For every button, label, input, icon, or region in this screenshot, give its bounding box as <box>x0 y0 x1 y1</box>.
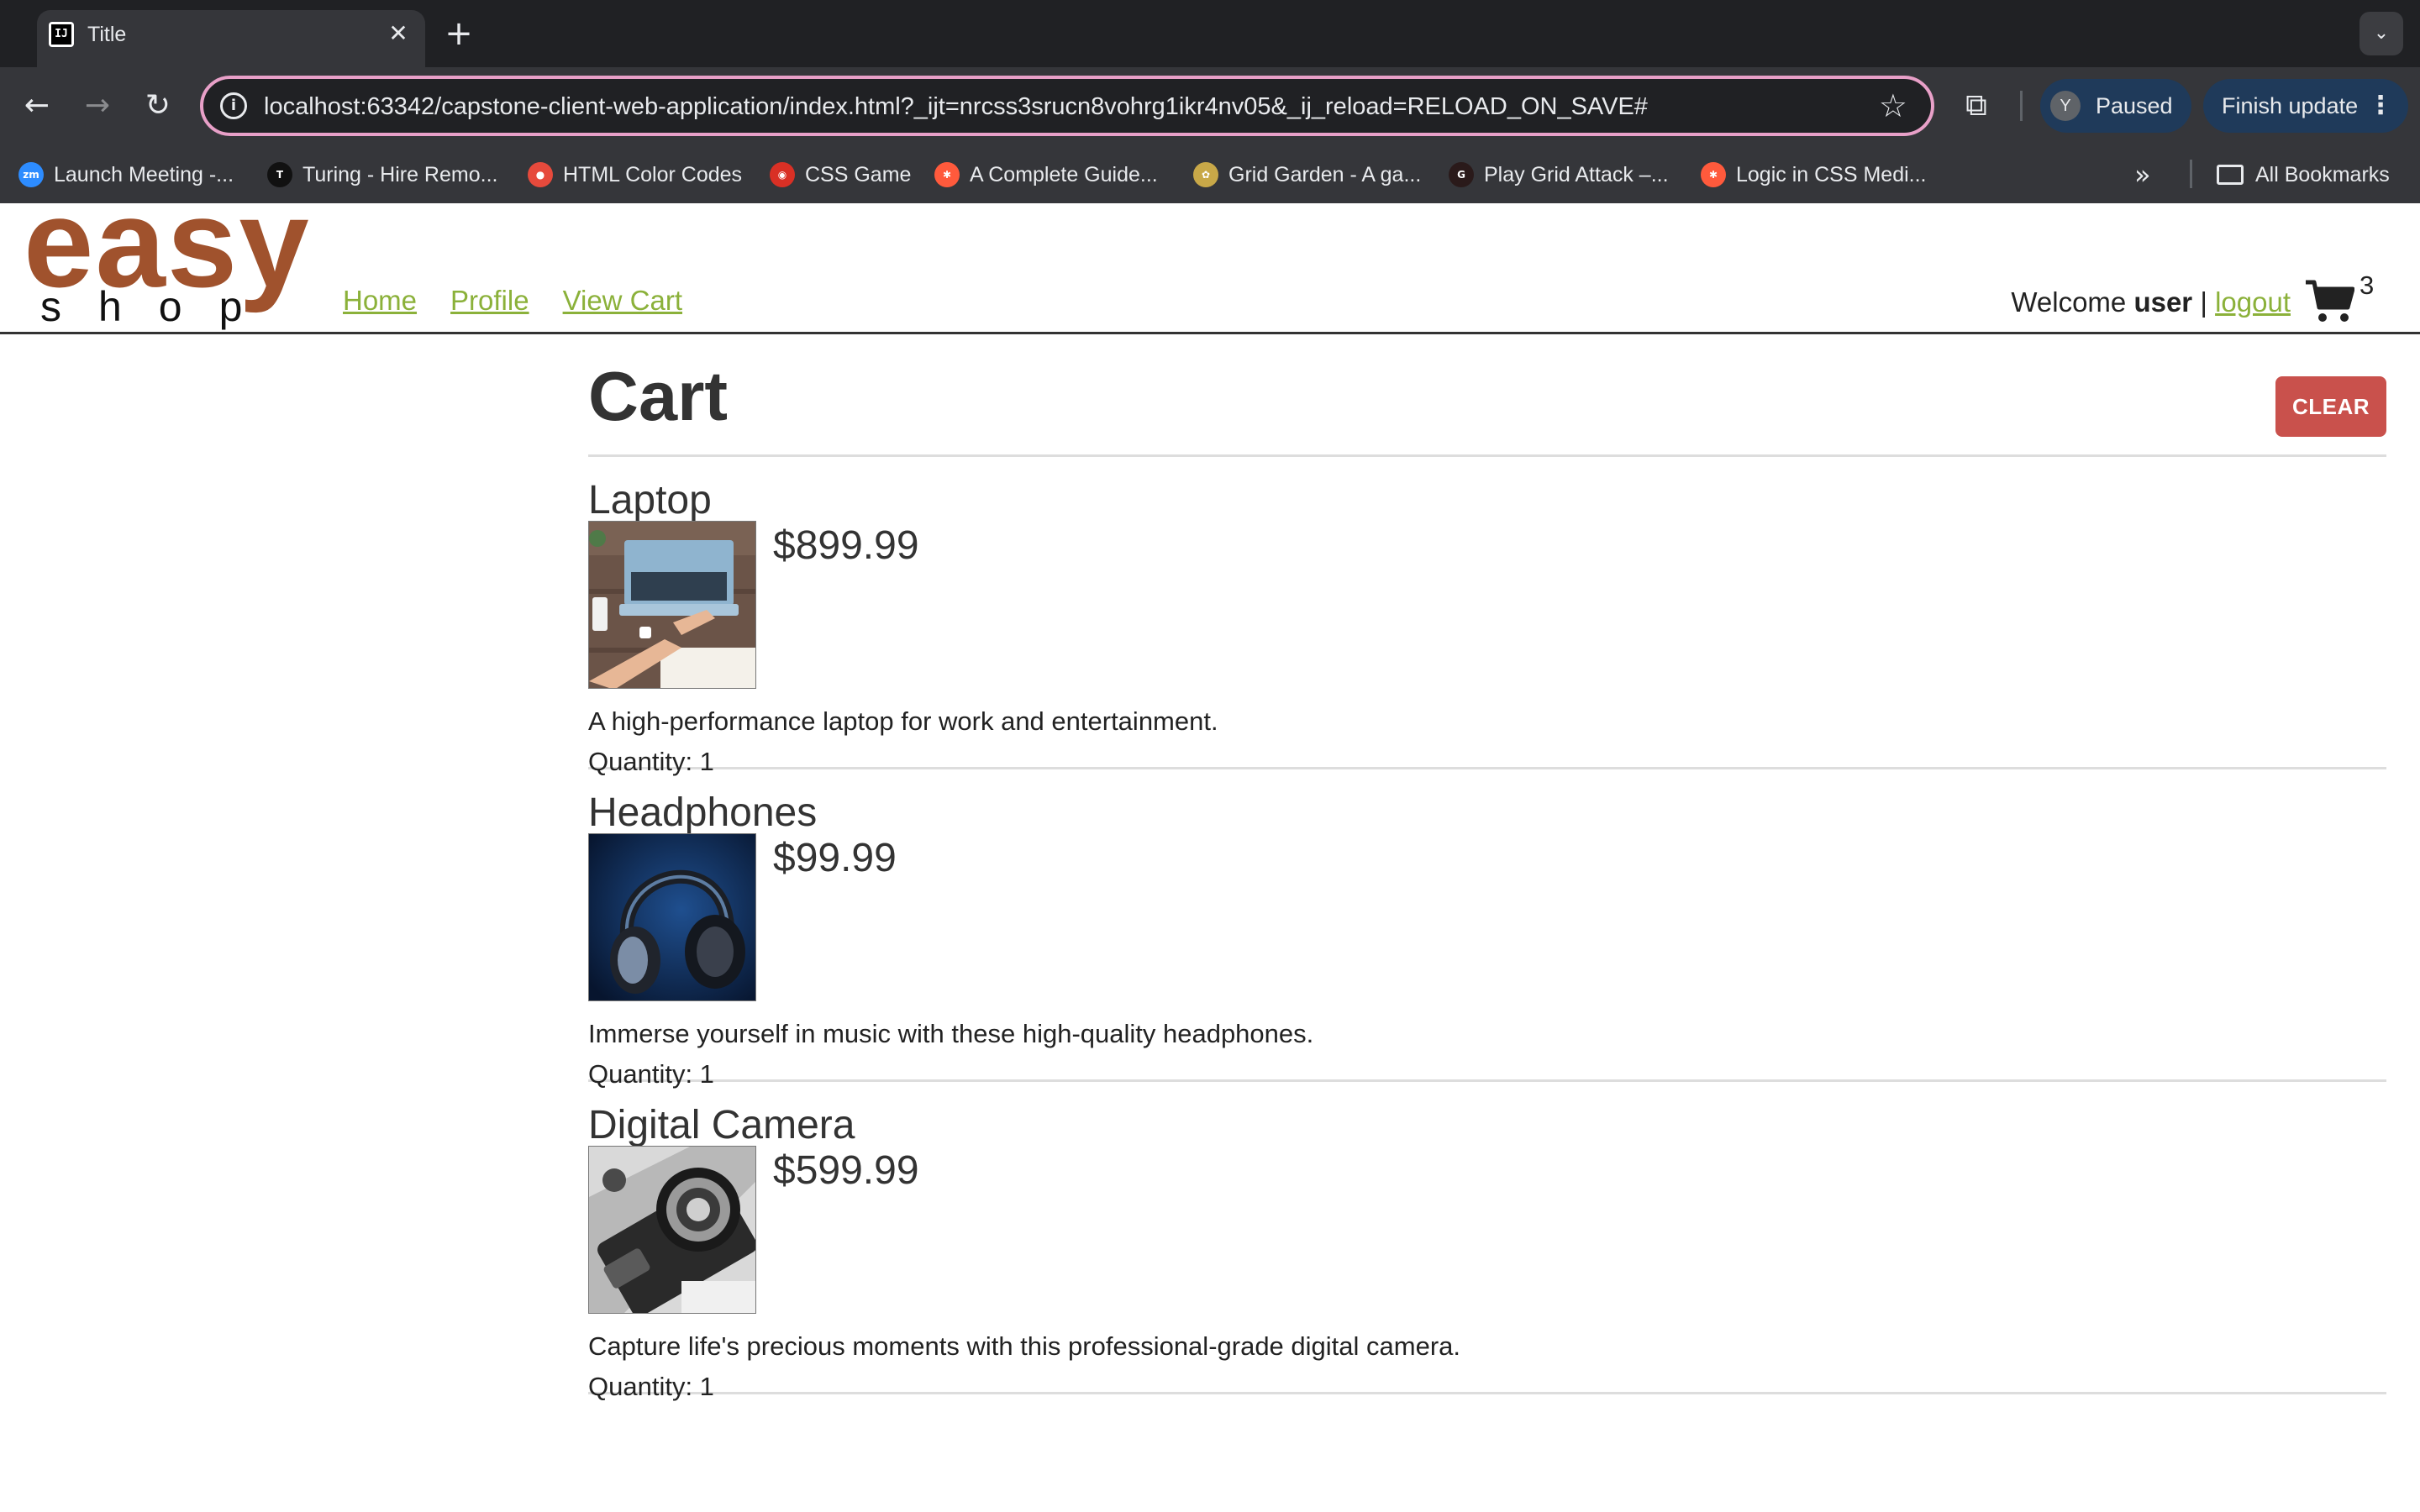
item-price: $99.99 <box>773 836 897 880</box>
easy-shop-logo[interactable]: easy shop <box>24 180 309 330</box>
welcome-message: Welcome user | logout <box>2011 286 2291 319</box>
cart-count-badge: 3 <box>2360 270 2375 300</box>
address-bar-url[interactable]: localhost:63342/capstone-client-web-appl… <box>264 92 1648 121</box>
bookmark-label: CSS Game <box>805 162 912 186</box>
all-bookmarks-label: All Bookmarks <box>2255 162 2390 186</box>
bookmark-item[interactable]: G Play Grid Attack –... <box>1449 158 1669 192</box>
bookmarks-divider <box>2190 160 2192 188</box>
bookmark-label: A Complete Guide... <box>970 162 1158 186</box>
tab-search-chevron-icon[interactable]: ⌄ <box>2360 12 2403 55</box>
site-info-icon[interactable]: i <box>220 92 247 119</box>
item-name: Laptop <box>588 478 712 522</box>
item-price: $599.99 <box>773 1148 919 1193</box>
profile-avatar: Y <box>2050 91 2081 121</box>
web-page: easy shop Home Profile View Cart Welcome… <box>0 180 2420 1512</box>
bookmark-label: Logic in CSS Medi... <box>1736 162 1927 186</box>
profile-status: Paused <box>2096 93 2173 118</box>
item-quantity: Quantity: 1 <box>588 1372 714 1401</box>
tab-close-icon[interactable]: ✕ <box>383 18 413 49</box>
extensions-puzzle-icon[interactable]: ⧉ <box>1956 86 1996 126</box>
site-nav: Home Profile View Cart <box>343 284 682 318</box>
bookmark-label: Play Grid Attack –... <box>1484 162 1669 186</box>
grid-attack-icon: G <box>1449 162 1474 187</box>
bookmarks-bar: zm Launch Meeting -... T Turing - Hire Remo… <box>0 144 2420 203</box>
bookmark-star-icon[interactable]: ☆ <box>1879 87 1907 124</box>
profile-button[interactable]: Y Paused <box>2040 79 2191 133</box>
bookmark-label: Turing - Hire Remo... <box>302 162 498 186</box>
css-game-icon: ◉ <box>770 162 795 187</box>
cart-item: Headphones $99.99 Immerse yourself in mu… <box>588 769 2386 1089</box>
reload-icon[interactable]: ↻ <box>138 86 178 126</box>
logo-shop-text: shop <box>40 283 280 330</box>
camera-image <box>588 1146 756 1314</box>
item-price: $899.99 <box>773 523 919 568</box>
bookmark-item[interactable]: ● HTML Color Codes <box>528 158 742 192</box>
bookmarks-overflow-icon[interactable]: » <box>2134 158 2151 192</box>
bookmark-item[interactable]: ✿ Grid Garden - A ga... <box>1193 158 1421 192</box>
shopping-cart-icon[interactable] <box>2304 277 2354 324</box>
browser-tab[interactable]: IJ Title ✕ <box>37 10 425 67</box>
folder-icon <box>2217 165 2244 185</box>
address-bar[interactable]: i localhost:63342/capstone-client-web-ap… <box>200 76 1934 136</box>
new-tab-icon[interactable]: + <box>440 15 477 52</box>
page-title: Cart <box>588 357 729 435</box>
item-name: Digital Camera <box>588 1103 855 1147</box>
kebab-menu-icon[interactable]: ⋮ <box>2368 89 2393 123</box>
html-color-codes-icon: ● <box>528 162 553 187</box>
finish-update-button[interactable]: Finish update ⋮ <box>2203 79 2408 133</box>
cart-item: Digital Camera $599.99 Capture life's pr… <box>588 1082 2386 1401</box>
toolbar-divider <box>2020 91 2023 121</box>
site-header: easy shop Home Profile View Cart Welcome… <box>0 180 2420 334</box>
css-tricks-icon: ✱ <box>934 162 960 187</box>
welcome-username: user <box>2133 286 2193 318</box>
back-arrow-icon[interactable]: ← <box>17 86 57 126</box>
welcome-prefix: Welcome <box>2011 286 2127 318</box>
css-tricks-icon: ✱ <box>1701 162 1726 187</box>
nav-view-cart-link[interactable]: View Cart <box>563 284 682 318</box>
logout-link[interactable]: logout <box>2215 286 2291 318</box>
grid-garden-icon: ✿ <box>1193 162 1218 187</box>
item-description: Immerse yourself in music with these hig… <box>588 1019 1314 1048</box>
browser-toolbar: ← → ↻ i localhost:63342/capstone-client-… <box>0 67 2420 144</box>
welcome-separator: | <box>2200 286 2207 318</box>
forward-arrow-icon[interactable]: → <box>77 86 118 126</box>
bookmark-item[interactable]: ◉ CSS Game <box>770 158 911 192</box>
finish-update-label: Finish update <box>2222 93 2359 118</box>
item-name: Headphones <box>588 790 818 835</box>
bookmark-item[interactable]: ✱ Logic in CSS Medi... <box>1701 158 1927 192</box>
nav-home-link[interactable]: Home <box>343 284 417 318</box>
cart-content: Cart CLEAR Laptop $899.99 A high-perform… <box>588 334 2386 1401</box>
intellij-favicon-icon: IJ <box>49 22 74 47</box>
laptop-image <box>588 521 756 689</box>
bookmark-label: Grid Garden - A ga... <box>1228 162 1422 186</box>
headphones-image <box>588 833 756 1001</box>
bookmark-label: HTML Color Codes <box>563 162 743 186</box>
item-description: Capture life's precious moments with thi… <box>588 1331 1461 1361</box>
item-description: A high-performance laptop for work and e… <box>588 706 1218 736</box>
clear-cart-button[interactable]: CLEAR <box>2275 376 2386 437</box>
tab-title: Title <box>87 23 127 46</box>
browser-tabstrip: IJ Title ✕ + ⌄ <box>0 0 2420 67</box>
cart-item: Laptop $899.99 A high-performance laptop… <box>588 457 2386 776</box>
bookmark-item[interactable]: ✱ A Complete Guide... <box>934 158 1158 192</box>
nav-profile-link[interactable]: Profile <box>450 284 529 318</box>
all-bookmarks-button[interactable]: All Bookmarks <box>2217 158 2390 192</box>
cart-header: Cart CLEAR <box>588 334 2386 457</box>
